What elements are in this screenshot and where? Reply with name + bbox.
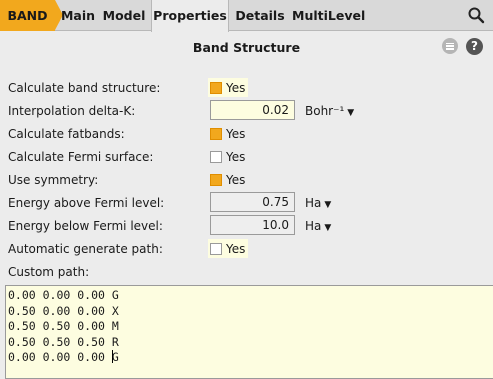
energy-above-unit-label: Ha (305, 196, 322, 210)
tab-band[interactable]: BAND (0, 0, 63, 31)
calc-band-value[interactable]: Yes (226, 81, 245, 95)
energy-above-label: Energy above Fermi level: (8, 196, 165, 210)
fermi-surface-checkbox[interactable] (210, 151, 222, 163)
fatbands-label: Calculate fatbands: (8, 127, 125, 141)
custom-path-line: 0.00 0.00 0.00 G (8, 288, 119, 302)
energy-below-unit-dropdown[interactable]: Ha ▼ (305, 219, 331, 233)
interp-unit-dropdown[interactable]: Bohr⁻¹ ▼ (305, 104, 354, 118)
auto-path-label: Automatic generate path: (8, 242, 163, 256)
chevron-down-icon: ▼ (324, 200, 332, 210)
energy-below-unit-label: Ha (305, 219, 322, 233)
symmetry-label: Use symmetry: (8, 173, 99, 187)
fatbands-checkbox[interactable] (210, 128, 222, 140)
tab-main[interactable]: Main (60, 0, 96, 31)
search-icon[interactable] (467, 6, 485, 24)
auto-path-checkbox[interactable] (210, 243, 222, 255)
custom-path-line: 0.50 0.00 0.00 X (8, 303, 119, 318)
chevron-down-icon: ▼ (347, 108, 355, 118)
tab-properties[interactable]: Properties (151, 0, 229, 32)
fatbands-value[interactable]: Yes (226, 127, 245, 141)
interp-input[interactable]: 0.02 (210, 100, 295, 120)
energy-above-unit-dropdown[interactable]: Ha ▼ (305, 196, 331, 210)
panel-title: Band Structure (192, 40, 301, 55)
tab-details[interactable]: Details (234, 0, 286, 31)
energy-above-input[interactable]: 0.75 (210, 192, 295, 212)
interp-unit-label: Bohr⁻¹ (305, 104, 345, 118)
interp-label: Interpolation delta-K: (8, 104, 136, 118)
symmetry-value[interactable]: Yes (226, 173, 245, 187)
auto-path-value[interactable]: Yes (226, 242, 245, 256)
energy-below-label: Energy below Fermi level: (8, 219, 163, 233)
chevron-down-icon: ▼ (324, 223, 332, 233)
custom-path-textarea[interactable]: 0.00 0.00 0.00 G 0.50 0.00 0.00 X 0.50 0.5… (5, 285, 493, 379)
fermi-surface-label: Calculate Fermi surface: (8, 150, 154, 164)
text-cursor (111, 350, 113, 363)
tab-model[interactable]: Model (102, 0, 146, 31)
help-icon[interactable]: ? (466, 38, 483, 55)
fermi-surface-value[interactable]: Yes (226, 150, 245, 164)
tab-bar: BAND Main Model Properties Details Multi… (0, 0, 493, 32)
custom-path-line: 0.50 0.50 0.50 R (8, 334, 119, 349)
calc-band-label: Calculate band structure: (8, 81, 161, 95)
calc-band-checkbox[interactable] (210, 82, 222, 94)
custom-path-line: 0.00 0.00 0.00 G (8, 350, 119, 364)
custom-path-line: 0.50 0.50 0.00 M (8, 319, 119, 333)
tab-multilevel[interactable]: MultiLevel (292, 0, 365, 31)
symmetry-checkbox[interactable] (210, 174, 222, 186)
energy-below-input[interactable]: 10.0 (210, 215, 295, 235)
menu-icon[interactable] (442, 38, 458, 54)
custom-path-label: Custom path: (8, 265, 90, 279)
